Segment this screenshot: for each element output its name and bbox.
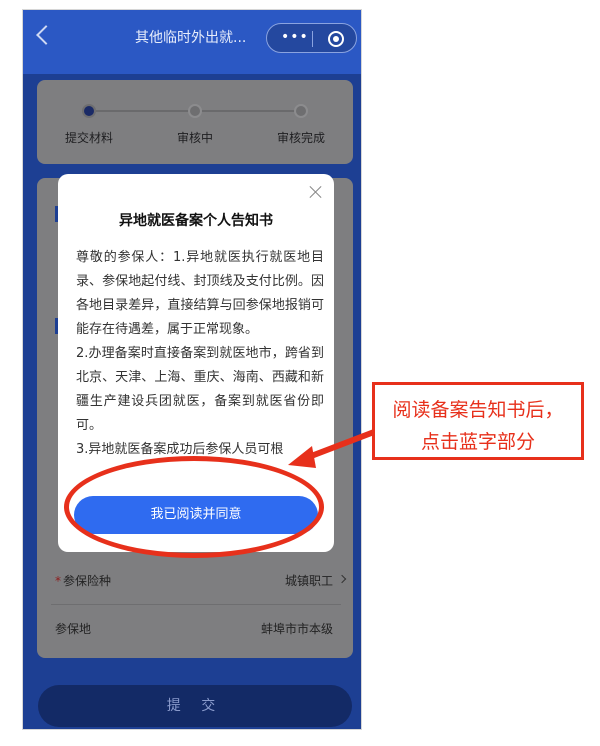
callout-line-2: 点击蓝字部分 — [420, 431, 535, 453]
pointer-arrow — [288, 429, 377, 468]
callout-line-1: 阅读备案告知书后， — [392, 399, 564, 421]
instruction-callout: 阅读备案告知书后， 点击蓝字部分 — [372, 382, 584, 460]
